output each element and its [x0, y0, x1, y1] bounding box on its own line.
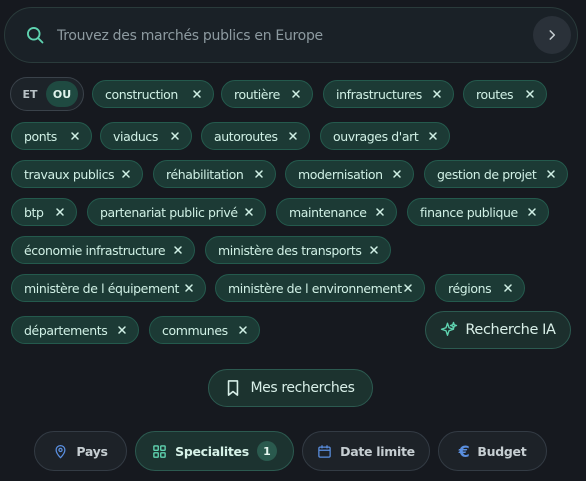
- keyword-chip[interactable]: travaux publics: [11, 160, 143, 188]
- keyword-chip[interactable]: maintenance: [276, 198, 397, 226]
- keyword-chip[interactable]: communes: [149, 316, 260, 344]
- keyword-chip[interactable]: gestion de projet: [424, 160, 568, 188]
- chip-label: maintenance: [289, 204, 367, 220]
- keyword-chip[interactable]: économie infrastructure: [11, 236, 195, 264]
- chip-label: communes: [162, 322, 228, 338]
- close-icon[interactable]: [287, 130, 299, 142]
- keyword-chip[interactable]: routière: [221, 80, 313, 108]
- close-icon[interactable]: [120, 168, 132, 180]
- ai-search-label: Recherche IA: [465, 322, 556, 338]
- filter-specialites-label: Specialites: [175, 443, 249, 459]
- close-icon[interactable]: [54, 206, 66, 218]
- search-submit-button[interactable]: [533, 16, 571, 54]
- close-icon[interactable]: [368, 244, 380, 256]
- chip-label: btp: [24, 204, 44, 220]
- chip-label: travaux publics: [24, 166, 115, 182]
- keyword-chip[interactable]: ministère de l environnement: [215, 274, 425, 302]
- chip-label: partenariat public privé: [100, 204, 238, 220]
- chip-label: finance publique: [420, 204, 518, 220]
- keyword-chip[interactable]: régions: [435, 274, 525, 302]
- filter-date-limite[interactable]: Date limite: [302, 431, 430, 471]
- close-icon[interactable]: [427, 130, 439, 142]
- close-icon[interactable]: [526, 206, 538, 218]
- filter-budget[interactable]: € Budget: [438, 431, 547, 471]
- chip-label: économie infrastructure: [24, 242, 166, 258]
- chip-label: modernisation: [298, 166, 383, 182]
- search-input[interactable]: [55, 22, 519, 50]
- close-icon[interactable]: [172, 244, 184, 256]
- close-icon[interactable]: [253, 168, 265, 180]
- filter-budget-label: Budget: [477, 443, 527, 459]
- filter-date-label: Date limite: [340, 443, 415, 459]
- close-icon[interactable]: [183, 282, 195, 294]
- filter-specialites[interactable]: Specialites 1: [135, 431, 294, 471]
- close-icon[interactable]: [69, 130, 81, 142]
- close-icon[interactable]: [374, 206, 386, 218]
- saved-searches-button[interactable]: Mes recherches: [208, 369, 373, 407]
- keyword-chip[interactable]: départements: [11, 316, 139, 344]
- chip-label: ouvrages d'art: [333, 128, 419, 144]
- close-icon[interactable]: [502, 282, 514, 294]
- sparkles-icon: [441, 321, 458, 336]
- chip-label: routes: [476, 86, 514, 102]
- keyword-chip[interactable]: réhabilitation: [153, 160, 276, 188]
- keyword-chip[interactable]: autoroutes: [201, 122, 310, 150]
- calendar-icon: [318, 444, 331, 458]
- keyword-chip[interactable]: viaducs: [100, 122, 192, 150]
- close-icon[interactable]: [545, 168, 557, 180]
- map-pin-icon: [55, 444, 66, 458]
- close-icon[interactable]: [290, 88, 302, 100]
- close-icon[interactable]: [243, 206, 255, 218]
- chip-label: ministère des transports: [218, 242, 362, 258]
- keyword-chip[interactable]: finance publique: [407, 198, 549, 226]
- grid-icon: [153, 444, 166, 458]
- close-icon[interactable]: [116, 324, 128, 336]
- chip-label: ministère de l équipement: [24, 280, 180, 296]
- filter-pays[interactable]: Pays: [34, 431, 127, 471]
- search-icon: [27, 27, 44, 44]
- count-badge: 1: [256, 441, 277, 461]
- logic-toggle: ET OU: [10, 77, 84, 111]
- chip-label: régions: [448, 280, 492, 296]
- close-icon[interactable]: [169, 130, 181, 142]
- chip-label: gestion de projet: [437, 166, 537, 182]
- keyword-chip[interactable]: ministère de l équipement: [11, 274, 206, 302]
- keyword-chip[interactable]: construction: [92, 80, 214, 108]
- keyword-chip[interactable]: ponts: [11, 122, 92, 150]
- close-icon[interactable]: [524, 88, 536, 100]
- chip-label: construction: [105, 86, 178, 102]
- keyword-chip[interactable]: btp: [11, 198, 77, 226]
- close-icon[interactable]: [191, 88, 203, 100]
- chip-label: ministère de l environnement: [228, 280, 402, 296]
- chevron-right-icon: [549, 30, 556, 40]
- chip-label: réhabilitation: [166, 166, 244, 182]
- search-bar[interactable]: [4, 7, 578, 63]
- chip-label: infrastructures: [336, 86, 422, 102]
- chip-label: départements: [24, 322, 108, 338]
- close-icon[interactable]: [237, 324, 249, 336]
- logic-et-option[interactable]: ET: [14, 81, 46, 107]
- bookmark-icon: [228, 380, 239, 396]
- euro-icon: €: [458, 441, 470, 461]
- keyword-chip[interactable]: modernisation: [285, 160, 414, 188]
- keyword-chip[interactable]: ministère des transports: [205, 236, 391, 264]
- chip-label: autoroutes: [214, 128, 278, 144]
- logic-ou-option[interactable]: OU: [46, 81, 78, 107]
- chip-label: viaducs: [113, 128, 158, 144]
- keyword-chip[interactable]: infrastructures: [323, 80, 454, 108]
- close-icon[interactable]: [402, 282, 414, 294]
- chip-label: routière: [234, 86, 280, 102]
- close-icon[interactable]: [391, 168, 403, 180]
- keyword-chip[interactable]: routes: [463, 80, 547, 108]
- saved-searches-label: Mes recherches: [250, 380, 355, 396]
- close-icon[interactable]: [431, 88, 443, 100]
- chip-label: ponts: [24, 128, 57, 144]
- keyword-chip[interactable]: partenariat public privé: [87, 198, 266, 226]
- ai-search-button[interactable]: Recherche IA: [425, 311, 571, 349]
- keyword-chip[interactable]: ouvrages d'art: [320, 122, 450, 150]
- filter-pays-label: Pays: [76, 443, 108, 459]
